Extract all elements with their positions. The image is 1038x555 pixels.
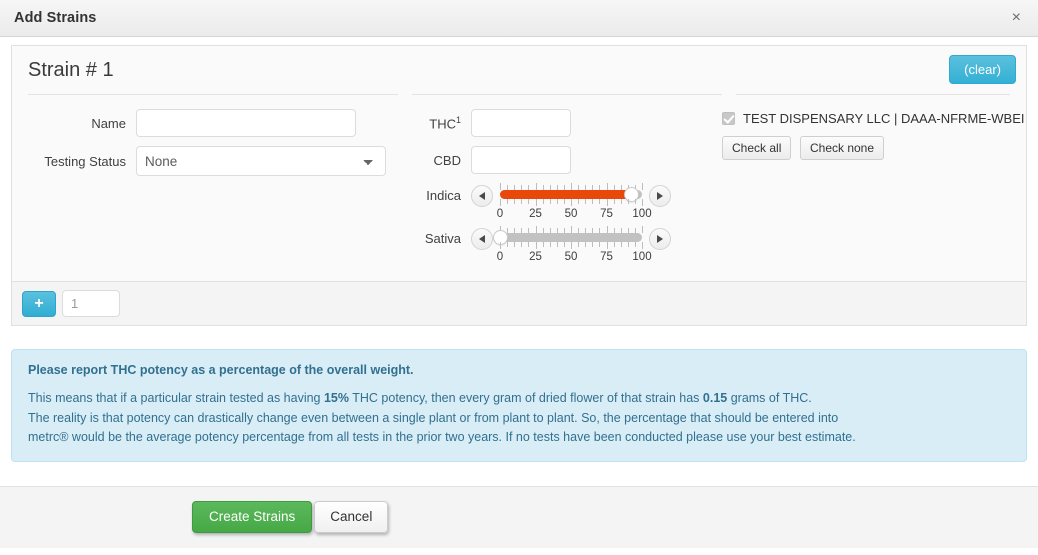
indica-slider: 0 25 50 75 100 xyxy=(471,183,671,222)
sativa-track[interactable] xyxy=(493,230,642,245)
clear-button[interactable]: (clear) xyxy=(949,55,1016,84)
scale-tick-label: 50 xyxy=(564,208,578,220)
sativa-slider-core: 0 25 50 75 100 xyxy=(493,226,652,265)
indica-decrement-arrow-left-icon[interactable] xyxy=(471,185,493,207)
page-title: Add Strains xyxy=(14,10,97,26)
name-row: Name xyxy=(12,109,396,137)
cbd-input[interactable] xyxy=(471,146,571,174)
check-all-button[interactable]: Check all xyxy=(722,136,792,160)
name-input[interactable] xyxy=(136,109,356,137)
sativa-label: Sativa xyxy=(424,231,461,246)
strain-panel-header: Strain # 1 (clear) xyxy=(12,46,1026,94)
scale-tick-label: 25 xyxy=(529,251,542,263)
scale-tick-label: 75 xyxy=(600,251,613,263)
scale-tick-label: 100 xyxy=(632,208,652,220)
thc-row: THC1 xyxy=(396,109,716,137)
modal-header: Add Strains × xyxy=(0,0,1038,37)
indica-ticks-bottom xyxy=(500,199,643,206)
strain-panel: Strain # 1 (clear) Name Testing Status N… xyxy=(11,45,1027,282)
sativa-increment-arrow-right-icon[interactable] xyxy=(649,228,671,250)
alert-line-2: The reality is that potency can drastica… xyxy=(28,410,839,425)
add-strain-plus-icon[interactable]: + xyxy=(22,290,56,317)
add-strains-modal: Add Strains × Strain # 1 (clear) Name Te… xyxy=(0,0,1038,555)
cbd-row: CBD xyxy=(396,146,716,174)
testing-status-select[interactable]: None xyxy=(136,146,386,176)
strain-quantity-input[interactable] xyxy=(62,290,120,317)
modal-footer: Create Strains Cancel xyxy=(0,485,1038,548)
divider-gap-1 xyxy=(398,94,412,95)
sativa-decrement-arrow-left-icon[interactable] xyxy=(471,228,493,250)
testing-status-label: Testing Status xyxy=(44,153,126,169)
scale-tick-label: 0 xyxy=(496,251,504,263)
indica-ticks-top xyxy=(500,183,643,190)
divider-gap-2 xyxy=(722,94,736,95)
strain-number-title: Strain # 1 xyxy=(28,58,114,81)
indica-slider-core: 0 25 50 75 100 xyxy=(496,183,652,222)
name-label: Name xyxy=(91,115,126,131)
alert-line1-part-e: grams of THC. xyxy=(727,391,812,406)
sativa-slider: 0 25 50 75 100 xyxy=(471,226,671,265)
indica-label: Indica xyxy=(426,188,461,203)
create-strains-button[interactable]: Create Strains xyxy=(192,501,313,533)
column-facilities: TEST DISPENSARY LLC | DAAA-NFRME-WBEI Ch… xyxy=(716,109,1026,269)
indica-slider-row: Indica 0 25 50 75 100 xyxy=(396,183,716,222)
column-potency: THC1 CBD Indica 0 25 50 75 100 Sativa 0 … xyxy=(396,109,716,269)
thc-footnote-marker: 1 xyxy=(455,114,461,125)
alert-line1-grams: 0.15 xyxy=(702,391,728,406)
indica-fill xyxy=(500,190,631,199)
cbd-label: CBD xyxy=(433,152,461,168)
alert-line1-part-c: THC potency, then every gram of dried fl… xyxy=(349,391,703,406)
dispensary-label: TEST DISPENSARY LLC | DAAA-NFRME-WBEI xyxy=(743,111,1025,126)
scale-tick-label: 50 xyxy=(564,251,578,263)
alert-line1-percent: 15% xyxy=(323,391,350,406)
dispensary-checkbox-icon[interactable] xyxy=(722,112,735,125)
sativa-ticks-top xyxy=(500,226,643,233)
divider-segment-left xyxy=(28,94,398,96)
scale-tick-label: 0 xyxy=(496,208,504,220)
sativa-slider-row: Sativa 0 25 50 75 100 xyxy=(396,226,716,265)
thc-label: THC1 xyxy=(396,115,471,131)
scale-tick-label: 100 xyxy=(632,251,652,263)
modal-body: Strain # 1 (clear) Name Testing Status N… xyxy=(0,37,1038,326)
sativa-scale-labels: 0 25 50 75 100 xyxy=(496,251,652,265)
sativa-ticks-bottom xyxy=(500,242,643,249)
thc-input[interactable] xyxy=(471,109,571,137)
indica-track[interactable] xyxy=(500,187,642,202)
cancel-button[interactable]: Cancel xyxy=(314,501,389,533)
scale-tick-label: 75 xyxy=(600,208,613,220)
alert-title: Please report THC potency as a percentag… xyxy=(28,363,414,377)
column-identity: Name Testing Status None xyxy=(12,109,396,269)
indica-increment-arrow-right-icon[interactable] xyxy=(649,185,671,207)
alert-line-1: This means that if a particular strain t… xyxy=(28,389,1010,408)
add-strain-row: + xyxy=(11,282,1027,326)
thc-info-alert: Please report THC potency as a percentag… xyxy=(11,349,1027,462)
thc-label-text: THC xyxy=(429,116,456,132)
divider-segment-middle xyxy=(412,94,722,96)
alert-line1-part-a: This means that if a particular strain t… xyxy=(28,391,324,406)
testing-status-row: Testing Status None xyxy=(12,146,396,176)
scale-tick-label: 25 xyxy=(529,208,542,220)
dispensary-row[interactable]: TEST DISPENSARY LLC | DAAA-NFRME-WBEI xyxy=(722,111,1026,126)
divider-segment-right xyxy=(736,94,1010,96)
indica-scale-labels: 0 25 50 75 100 xyxy=(496,208,652,222)
alert-line-3: metrc® would be the average potency perc… xyxy=(28,430,856,445)
facility-actions: Check all Check none xyxy=(722,136,1026,160)
close-icon[interactable]: × xyxy=(1008,8,1025,28)
check-none-button[interactable]: Check none xyxy=(799,136,885,160)
strain-columns: Name Testing Status None THC1 CBD Indica… xyxy=(12,95,1026,281)
column-divider xyxy=(28,94,1010,95)
